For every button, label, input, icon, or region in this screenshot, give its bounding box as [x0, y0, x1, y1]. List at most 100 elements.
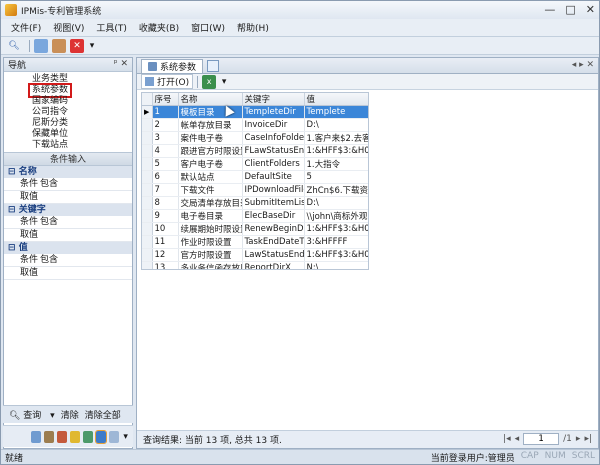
page-input[interactable] — [523, 433, 559, 445]
cell-value[interactable]: 1:&HFF$3:&H0C8I — [304, 249, 369, 262]
cell-index[interactable]: 4 — [152, 145, 178, 158]
table-row[interactable]: 9电子卷目录ElecBaseDir\\john\商标外观改 — [142, 210, 369, 223]
cell-key[interactable]: TaskEndDateTim — [242, 236, 304, 249]
new-tab-icon[interactable] — [207, 60, 219, 72]
cell-name[interactable]: 官方时限设置 — [178, 249, 242, 262]
menu-tools[interactable]: 工具(T) — [96, 21, 127, 34]
nav-item-selected[interactable]: 系统参数 — [30, 85, 70, 96]
condition-select[interactable]: 包含 — [40, 254, 58, 266]
module-overflow-icon[interactable]: ▾ — [122, 430, 129, 444]
cell-name[interactable]: 续展期始时限设置 — [178, 223, 242, 236]
column-header-value[interactable]: 值 — [304, 93, 369, 106]
cell-key[interactable]: ReportDirX — [242, 262, 304, 271]
table-row[interactable]: 11作业时限设置TaskEndDateTim3:&HFFFF — [142, 236, 369, 249]
cell-index[interactable]: 2 — [152, 119, 178, 132]
cell-key[interactable]: TempleteDir — [242, 106, 304, 119]
module-reports-icon[interactable] — [83, 431, 93, 443]
menu-favorites[interactable]: 收藏夹(B) — [139, 21, 179, 34]
cell-value[interactable]: 1.大指令 — [304, 158, 369, 171]
table-row[interactable]: 6默认站点DefaultSite5 — [142, 171, 369, 184]
table-row[interactable]: 12官方时限设置LawStatusEndDa1:&HFF$3:&H0C8I — [142, 249, 369, 262]
cell-index[interactable]: 6 — [152, 171, 178, 184]
cell-key[interactable]: DefaultSite — [242, 171, 304, 184]
cell-name[interactable]: 作业时限设置 — [178, 236, 242, 249]
menu-file[interactable]: 文件(F) — [11, 21, 41, 34]
cell-key[interactable]: IPDownloadFiles — [242, 184, 304, 197]
users-icon[interactable] — [52, 39, 66, 53]
toolbar-overflow-icon[interactable]: ▾ — [220, 75, 228, 89]
nav-item[interactable]: 公司指令 — [32, 107, 132, 118]
table-row[interactable]: 5客户电子卷ClientFolders1.大指令 — [142, 158, 369, 171]
condition-select[interactable]: 包含 — [40, 178, 58, 190]
cell-name[interactable]: 多业务信函存放目 — [178, 262, 242, 271]
cell-value[interactable]: 1:&HFF$3:&H0C8I — [304, 223, 369, 236]
table-row[interactable]: 2帐单存放目录InvoiceDirD:\ — [142, 119, 369, 132]
cell-index[interactable]: 10 — [152, 223, 178, 236]
cell-key[interactable]: SubmitItemListD — [242, 197, 304, 210]
clear-all-button[interactable]: 清除全部 — [85, 408, 121, 421]
cell-index[interactable]: 11 — [152, 236, 178, 249]
maximize-button[interactable]: □ — [565, 3, 575, 16]
cell-name[interactable]: 下载文件 — [178, 184, 242, 197]
cell-name[interactable]: 帐单存放目录 — [178, 119, 242, 132]
value-input[interactable] — [40, 191, 132, 203]
table-row[interactable]: 8交局清单存放目录SubmitItemListDD:\ — [142, 197, 369, 210]
cell-name[interactable]: 客户电子卷 — [178, 158, 242, 171]
clear-button[interactable]: 清除 — [61, 408, 79, 421]
next-page-button[interactable]: ▸ — [576, 434, 581, 444]
minimize-button[interactable]: — — [544, 3, 555, 16]
connect-icon[interactable] — [34, 39, 48, 53]
cell-name[interactable]: 案件电子卷 — [178, 132, 242, 145]
module-cases-icon[interactable] — [31, 431, 41, 443]
nav-item[interactable]: 保藏单位 — [32, 129, 132, 140]
cell-name[interactable]: 跟进官方时限设置 — [178, 145, 242, 158]
menu-help[interactable]: 帮助(H) — [237, 21, 269, 34]
cell-index[interactable]: 5 — [152, 158, 178, 171]
open-button[interactable]: 打开(O) — [141, 74, 193, 89]
menu-view[interactable]: 视图(V) — [53, 21, 84, 34]
cell-index[interactable]: 3 — [152, 132, 178, 145]
query-button[interactable]: 🔍︎ 查询 ▾ — [9, 408, 55, 421]
nav-item[interactable]: 下载站点 — [32, 140, 132, 151]
nav-item[interactable]: 业务类型 — [32, 74, 132, 85]
cell-value[interactable]: 5 — [304, 171, 369, 184]
cell-index[interactable]: 7 — [152, 184, 178, 197]
tab-controls[interactable]: ◂ ▸ ✕ — [572, 60, 594, 70]
first-page-button[interactable]: |◂ — [503, 434, 511, 444]
cell-name[interactable]: 默认站点 — [178, 171, 242, 184]
export-excel-icon[interactable]: x — [202, 75, 216, 89]
cell-index[interactable]: 8 — [152, 197, 178, 210]
value-input[interactable] — [40, 229, 132, 241]
cell-index[interactable]: 9 — [152, 210, 178, 223]
table-row[interactable]: 3案件电子卷CaseInfoFolders1.客户来$2.去客户 — [142, 132, 369, 145]
condition-group-title[interactable]: ⊟ 值 — [4, 242, 132, 254]
search-icon[interactable]: 🔍︎ — [7, 39, 21, 53]
toolbar-overflow-icon[interactable]: ▾ — [88, 39, 96, 53]
cell-value[interactable]: Templete — [304, 106, 369, 119]
cell-value[interactable]: \\john\商标外观改 — [304, 210, 369, 223]
pane-pin-close[interactable]: ᵖ ✕ — [114, 59, 128, 69]
delete-icon[interactable]: ✕ — [70, 39, 84, 53]
last-page-button[interactable]: ▸| — [584, 434, 592, 444]
prev-page-button[interactable]: ◂ — [515, 434, 520, 444]
table-row[interactable]: 4跟进官方时限设置FLawStatusEndD1:&HFF$3:&H0C8I — [142, 145, 369, 158]
cell-value[interactable]: D:\ — [304, 119, 369, 132]
value-input[interactable] — [40, 267, 132, 279]
module-docs-icon[interactable] — [44, 431, 54, 443]
module-clients-icon[interactable] — [57, 431, 67, 443]
cell-key[interactable]: CaseInfoFolders — [242, 132, 304, 145]
nav-item[interactable]: 尼斯分类 — [32, 118, 132, 129]
cell-value[interactable]: D:\ — [304, 197, 369, 210]
cell-key[interactable]: LawStatusEndDa — [242, 249, 304, 262]
table-row[interactable]: 7下载文件IPDownloadFilesZhCn$6.下载资料 — [142, 184, 369, 197]
menu-window[interactable]: 窗口(W) — [191, 21, 225, 34]
cell-key[interactable]: RenewBeginDate — [242, 223, 304, 236]
cell-index[interactable]: 12 — [152, 249, 178, 262]
table-row[interactable]: 10续展期始时限设置RenewBeginDate1:&HFF$3:&H0C8I — [142, 223, 369, 236]
column-header-index[interactable]: 序号 — [152, 93, 178, 106]
cell-key[interactable]: InvoiceDir — [242, 119, 304, 132]
condition-group-title[interactable]: ⊟ 名称 — [4, 166, 132, 178]
cell-value[interactable]: ZhCn$6.下载资料 — [304, 184, 369, 197]
cell-value[interactable]: 1:&HFF$3:&H0C8I — [304, 145, 369, 158]
table-row[interactable]: 13多业务信函存放目ReportDirXN:\ — [142, 262, 369, 271]
